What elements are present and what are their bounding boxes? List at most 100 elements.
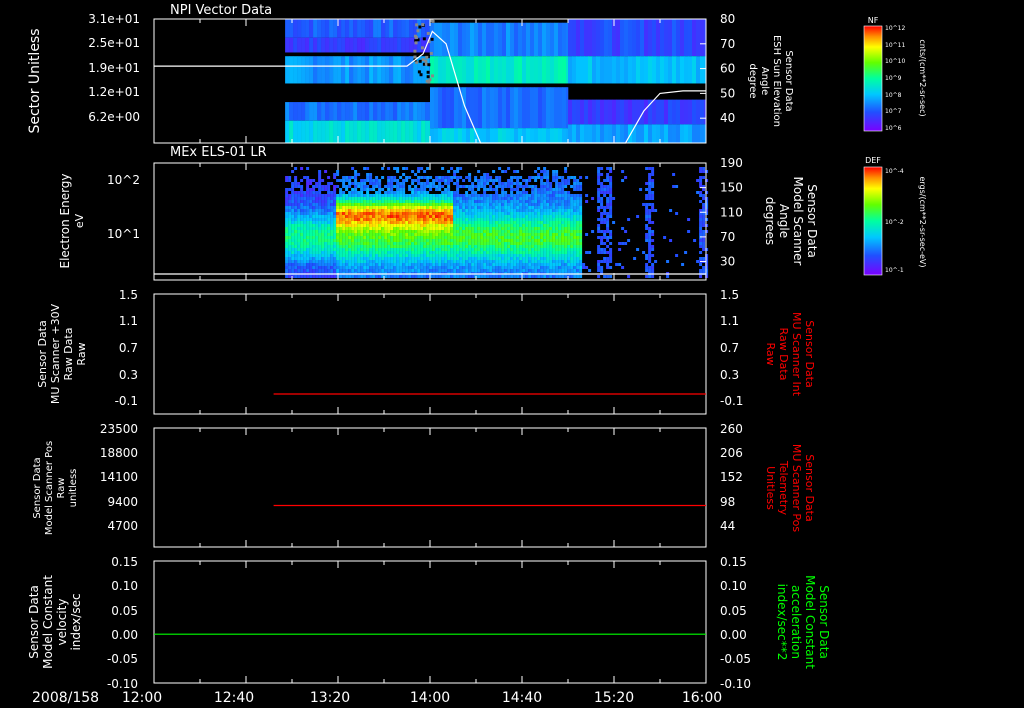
els-cell [456, 254, 460, 257]
els-cell [312, 236, 316, 239]
els-cell [480, 245, 484, 248]
els-cell [606, 179, 610, 182]
els-cell [375, 242, 379, 245]
npi-cell [297, 37, 302, 53]
els-cell [333, 206, 337, 209]
els-cell [354, 221, 358, 224]
els-cell [324, 215, 328, 218]
els-cell [426, 269, 430, 272]
mu30v-ytick-3: 0.7 [119, 341, 138, 355]
els-cell [360, 182, 364, 185]
npi-cell [305, 56, 310, 84]
npi-cell [353, 37, 358, 53]
els-cell [285, 221, 289, 224]
els-cell [327, 218, 331, 221]
els-cell [411, 221, 415, 224]
els-cell [354, 200, 358, 203]
els-cell [579, 188, 583, 191]
els-cell [480, 257, 484, 260]
els-cell [390, 200, 394, 203]
npi-cell [345, 56, 350, 84]
els-cell [414, 227, 418, 230]
els-cell [435, 254, 439, 257]
els-cell [441, 215, 445, 218]
els-cell [609, 275, 613, 278]
npi-cell [644, 19, 649, 57]
els-cell [381, 203, 385, 206]
els-cell [540, 182, 544, 185]
npi-cell [700, 56, 705, 84]
els-cell [288, 248, 292, 251]
npi-cell [454, 128, 459, 143]
els-cell [567, 260, 571, 263]
els-cell [561, 257, 565, 260]
npi-cell [522, 87, 527, 129]
els-cell [396, 188, 400, 191]
els-cell [462, 263, 466, 266]
els-cell [702, 203, 706, 206]
els-cell [699, 224, 703, 227]
els-cell [312, 263, 316, 266]
els-cell [486, 212, 490, 215]
els-cell [360, 242, 364, 245]
els-cell [294, 167, 298, 170]
els-cell [306, 167, 310, 170]
els-cell [351, 188, 355, 191]
els-cell [405, 239, 409, 242]
els-cell [468, 245, 472, 248]
els-cell [327, 191, 331, 194]
els-cell [336, 266, 340, 269]
els-cell [477, 179, 481, 182]
els-cell [378, 230, 382, 233]
npi-cell [596, 56, 601, 84]
els-cell [363, 179, 367, 182]
els-cell [300, 221, 304, 224]
els-cell [564, 236, 568, 239]
els-cell [387, 242, 391, 245]
els-cell [384, 254, 388, 257]
els-cell [402, 257, 406, 260]
els-cell [555, 233, 559, 236]
els-cell [564, 266, 568, 269]
els-cell [348, 215, 352, 218]
els-cell [486, 197, 490, 200]
els-cell [285, 224, 289, 227]
els-cell [558, 212, 562, 215]
mu30v-left-label-3: Raw Data [62, 328, 75, 381]
els-cell [558, 191, 562, 194]
els-cell [483, 191, 487, 194]
els-cell [540, 218, 544, 221]
els-cell [447, 179, 451, 182]
els-cell [495, 254, 499, 257]
els-cell [510, 182, 514, 185]
els-cell [474, 233, 478, 236]
els-cell [537, 215, 541, 218]
els-cell [474, 221, 478, 224]
npi-cell [341, 37, 346, 53]
els-cell [555, 254, 559, 257]
els-cell [516, 200, 520, 203]
els-cell [384, 191, 388, 194]
els-cell [486, 248, 490, 251]
els-cell [495, 230, 499, 233]
els-cell [411, 203, 415, 206]
els-cell [372, 203, 376, 206]
els-cell [507, 251, 511, 254]
els-cell [513, 263, 517, 266]
els-cell [300, 191, 304, 194]
npi-cell [357, 19, 362, 38]
els-cell [573, 266, 577, 269]
npi-cell [341, 19, 346, 38]
els-cell [291, 260, 295, 263]
els-cell [528, 257, 532, 260]
els-cell [381, 200, 385, 203]
npi-cell [640, 124, 645, 143]
els-cell [555, 230, 559, 233]
els-cell [702, 215, 706, 218]
els-cell [300, 233, 304, 236]
els-cell [504, 197, 508, 200]
els-cell [645, 206, 649, 209]
els-cell [531, 185, 535, 188]
npi-cell [361, 56, 366, 84]
els-cell [645, 209, 649, 212]
